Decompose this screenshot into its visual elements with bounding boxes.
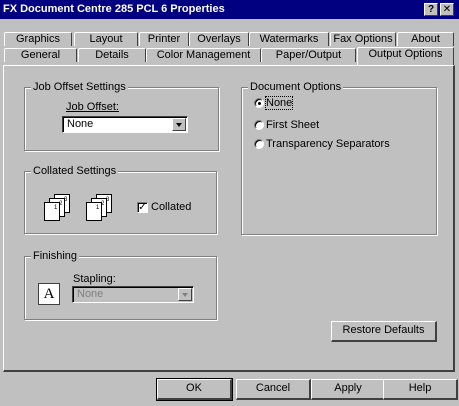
tab-graphics[interactable]: Graphics xyxy=(4,32,72,46)
title-bar: FX Document Centre 285 PCL 6 Properties … xyxy=(0,0,459,19)
document-options-group-label: Document Options xyxy=(248,81,344,93)
window-title: FX Document Centre 285 PCL 6 Properties xyxy=(3,3,225,15)
close-icon[interactable]: ✕ xyxy=(440,3,454,16)
collated-checkbox[interactable]: ✓ xyxy=(137,202,148,213)
tab-general[interactable]: General xyxy=(4,48,77,62)
tab-fax-options[interactable]: Fax Options xyxy=(330,32,396,46)
cancel-button[interactable]: Cancel xyxy=(236,379,311,400)
radio-first-sheet-label[interactable]: First Sheet xyxy=(266,119,319,131)
apply-button[interactable]: Apply xyxy=(311,379,386,400)
radio-none-label[interactable]: None xyxy=(264,96,294,110)
job-offset-select[interactable]: None xyxy=(62,116,188,133)
stapling-label: Stapling: xyxy=(73,273,116,285)
job-offset-group-label: Job Offset Settings xyxy=(31,81,128,93)
radio-transparency-separators-label[interactable]: Transparency Separators xyxy=(266,138,390,150)
staple-preview-icon: A xyxy=(38,283,60,305)
collated-pages-icon: 321 321 xyxy=(44,194,112,221)
tab-paper-output[interactable]: Paper/Output xyxy=(261,48,356,62)
help-button[interactable]: Help xyxy=(383,379,458,400)
tab-layout[interactable]: Layout xyxy=(74,32,138,46)
stapling-select[interactable]: None xyxy=(72,286,194,303)
document-options-group: Document Options xyxy=(241,81,437,235)
finishing-group-label: Finishing xyxy=(31,250,80,262)
stapling-value: None xyxy=(77,288,104,300)
job-offset-label: Job Offset: xyxy=(66,101,119,113)
help-icon[interactable]: ? xyxy=(424,3,438,16)
tab-overlays[interactable]: Overlays xyxy=(189,32,249,46)
collated-label[interactable]: Collated xyxy=(151,201,191,213)
job-offset-value: None xyxy=(67,118,94,130)
tab-details[interactable]: Details xyxy=(78,48,146,62)
restore-defaults-button[interactable]: Restore Defaults xyxy=(331,321,437,342)
chevron-down-icon[interactable] xyxy=(178,288,192,301)
radio-none[interactable] xyxy=(254,98,264,108)
collated-group-label: Collated Settings xyxy=(31,165,119,177)
tab-output-options[interactable]: Output Options xyxy=(357,47,454,65)
tab-color-management[interactable]: Color Management xyxy=(146,48,261,62)
ok-button[interactable]: OK xyxy=(156,378,233,401)
tab-watermarks[interactable]: Watermarks xyxy=(249,32,329,46)
tab-about[interactable]: About xyxy=(397,32,454,46)
tab-printer[interactable]: Printer xyxy=(139,32,189,46)
chevron-down-icon[interactable] xyxy=(172,118,186,131)
radio-transparency-separators[interactable] xyxy=(254,139,264,149)
radio-first-sheet[interactable] xyxy=(254,120,264,130)
